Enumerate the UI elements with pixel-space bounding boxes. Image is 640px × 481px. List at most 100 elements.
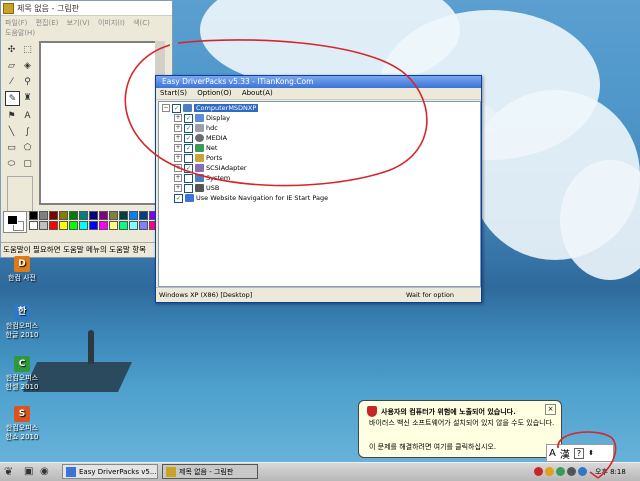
- tree-checkbox[interactable]: [184, 153, 193, 163]
- tree-item[interactable]: + ✓ MEDIA: [174, 133, 227, 143]
- start-button-icon[interactable]: ❦: [4, 465, 18, 479]
- balloon-action-link[interactable]: 이 문제를 해결하려면 여기를 클릭하십시오.: [369, 442, 496, 452]
- tree-checkbox[interactable]: ✓: [172, 103, 181, 113]
- expand-icon[interactable]: +: [174, 164, 182, 172]
- tree-checkbox[interactable]: [184, 173, 193, 183]
- swatch[interactable]: [39, 211, 48, 220]
- expand-icon[interactable]: +: [174, 174, 182, 182]
- swatch[interactable]: [109, 221, 118, 230]
- tree-checkbox[interactable]: ✓: [174, 193, 183, 203]
- desktop-icon-hancom-dictionary[interactable]: D 한컴 사전: [2, 256, 42, 283]
- security-balloon[interactable]: 사용자의 컴퓨터가 위험에 노출되어 있습니다. × 바이러스 백신 소프트웨어…: [358, 400, 562, 458]
- swatch[interactable]: [69, 211, 78, 220]
- swatch[interactable]: [79, 211, 88, 220]
- ellipse-icon[interactable]: ⬭: [5, 157, 18, 170]
- swatch[interactable]: [89, 221, 98, 230]
- pencil-icon[interactable]: ✎: [5, 91, 20, 106]
- paint-menu-help[interactable]: 도움말(H): [5, 29, 35, 37]
- paint-menu-file[interactable]: 파일(F): [5, 19, 27, 27]
- tree-item-extra[interactable]: ✓ Use Website Navigation for IE Start Pa…: [174, 193, 328, 203]
- text-icon[interactable]: A: [21, 109, 34, 122]
- close-icon[interactable]: ×: [545, 404, 556, 415]
- swatch[interactable]: [49, 211, 58, 220]
- expand-icon[interactable]: +: [174, 184, 182, 192]
- curve-icon[interactable]: ∫: [21, 125, 34, 138]
- paint-menu-colors[interactable]: 색(C): [133, 19, 150, 27]
- tree-checkbox[interactable]: ✓: [184, 133, 193, 143]
- swatch[interactable]: [49, 221, 58, 230]
- quicklaunch-desktop-icon[interactable]: ▣: [24, 466, 36, 478]
- tree-checkbox[interactable]: ✓: [184, 143, 193, 153]
- tree-item[interactable]: + Ports: [174, 153, 222, 163]
- edp-menu-option[interactable]: Option(O): [197, 89, 231, 97]
- swatch[interactable]: [119, 211, 128, 220]
- tree-checkbox[interactable]: ✓: [184, 163, 193, 173]
- brush-icon[interactable]: ♜: [21, 91, 34, 104]
- paint-menu-view[interactable]: 보기(V): [67, 19, 90, 27]
- fill-icon[interactable]: ◈: [21, 59, 34, 72]
- tree-item[interactable]: + ✓ Display: [174, 113, 230, 123]
- swatch[interactable]: [79, 221, 88, 230]
- tree-checkbox[interactable]: ✓: [184, 123, 193, 133]
- ime-mode[interactable]: A: [549, 448, 556, 459]
- tree-checkbox[interactable]: ✓: [184, 113, 193, 123]
- expand-icon[interactable]: +: [174, 144, 182, 152]
- rectangle-icon[interactable]: ▭: [5, 141, 18, 154]
- drawing-canvas[interactable]: [41, 43, 159, 203]
- expand-icon[interactable]: +: [174, 134, 182, 142]
- magnifier-icon[interactable]: ⚲: [21, 75, 34, 88]
- polygon-icon[interactable]: ⬠: [21, 141, 34, 154]
- swatch[interactable]: [129, 221, 138, 230]
- free-select-icon[interactable]: ✣: [5, 43, 18, 56]
- expand-icon[interactable]: +: [174, 154, 182, 162]
- rect-select-icon[interactable]: ⬚: [21, 43, 34, 56]
- ime-hanja[interactable]: 漢: [560, 446, 570, 461]
- edp-menu-start[interactable]: Start(S): [160, 89, 187, 97]
- edp-menu-about[interactable]: About(A): [242, 89, 273, 97]
- swatch[interactable]: [59, 221, 68, 230]
- desktop-icon-hanshow[interactable]: S 한컴오피스 한쇼 2010: [2, 406, 42, 442]
- paint-menu-image[interactable]: 이미지(I): [98, 19, 125, 27]
- swatch[interactable]: [119, 221, 128, 230]
- swatch[interactable]: [99, 221, 108, 230]
- expand-icon[interactable]: +: [174, 114, 182, 122]
- current-colors[interactable]: [3, 211, 27, 233]
- rounded-rect-icon[interactable]: ▢: [21, 157, 34, 170]
- swatch[interactable]: [69, 221, 78, 230]
- desktop-icon-hangul[interactable]: 한 한컴오피스 한글 2010: [2, 304, 42, 340]
- swatch[interactable]: [129, 211, 138, 220]
- airbrush-icon[interactable]: ⚑: [5, 109, 18, 122]
- collapse-icon[interactable]: −: [162, 104, 170, 112]
- eraser-icon[interactable]: ▱: [5, 59, 18, 72]
- swatch[interactable]: [29, 221, 38, 230]
- security-icon[interactable]: [545, 467, 554, 476]
- tool-options[interactable]: [7, 176, 33, 212]
- swatch[interactable]: [89, 211, 98, 220]
- color-picker-icon[interactable]: ⁄: [5, 75, 18, 88]
- volume-icon[interactable]: [567, 467, 576, 476]
- tree-checkbox[interactable]: [184, 183, 193, 193]
- edp-title-bar[interactable]: Easy DriverPacks v5.33 - ITianKong.Com: [156, 76, 481, 88]
- tree-item[interactable]: + System: [174, 173, 230, 183]
- tree-root[interactable]: − ✓ ComputerMSDNXP: [162, 103, 259, 113]
- line-icon[interactable]: ╲: [5, 125, 18, 138]
- expand-icon[interactable]: +: [174, 124, 182, 132]
- tree-item[interactable]: + ✓ hdc: [174, 123, 218, 133]
- task-easy-driverpacks[interactable]: Easy DriverPacks v5....: [62, 464, 158, 479]
- tree-item[interactable]: + ✓ Net: [174, 143, 217, 153]
- ime-tray-icon[interactable]: [578, 467, 587, 476]
- swatch[interactable]: [29, 211, 38, 220]
- task-paint[interactable]: 제목 없음 - 그림판: [162, 464, 258, 479]
- swatch[interactable]: [39, 221, 48, 230]
- help-icon[interactable]: ?: [573, 447, 585, 459]
- tree-item[interactable]: + ✓ SCSIAdapter: [174, 163, 247, 173]
- paint-title-bar[interactable]: 제목 없음 - 그림판: [1, 1, 172, 16]
- paint-menu-edit[interactable]: 편집(E): [36, 19, 59, 27]
- swatch[interactable]: [99, 211, 108, 220]
- quicklaunch-browser-icon[interactable]: ◉: [40, 466, 52, 478]
- network-tray-icon[interactable]: [556, 467, 565, 476]
- clock[interactable]: 오후 8:18: [595, 467, 626, 477]
- swatch[interactable]: [109, 211, 118, 220]
- menu-arrow-icon[interactable]: ⬍: [588, 449, 594, 457]
- tree-item[interactable]: + USB: [174, 183, 219, 193]
